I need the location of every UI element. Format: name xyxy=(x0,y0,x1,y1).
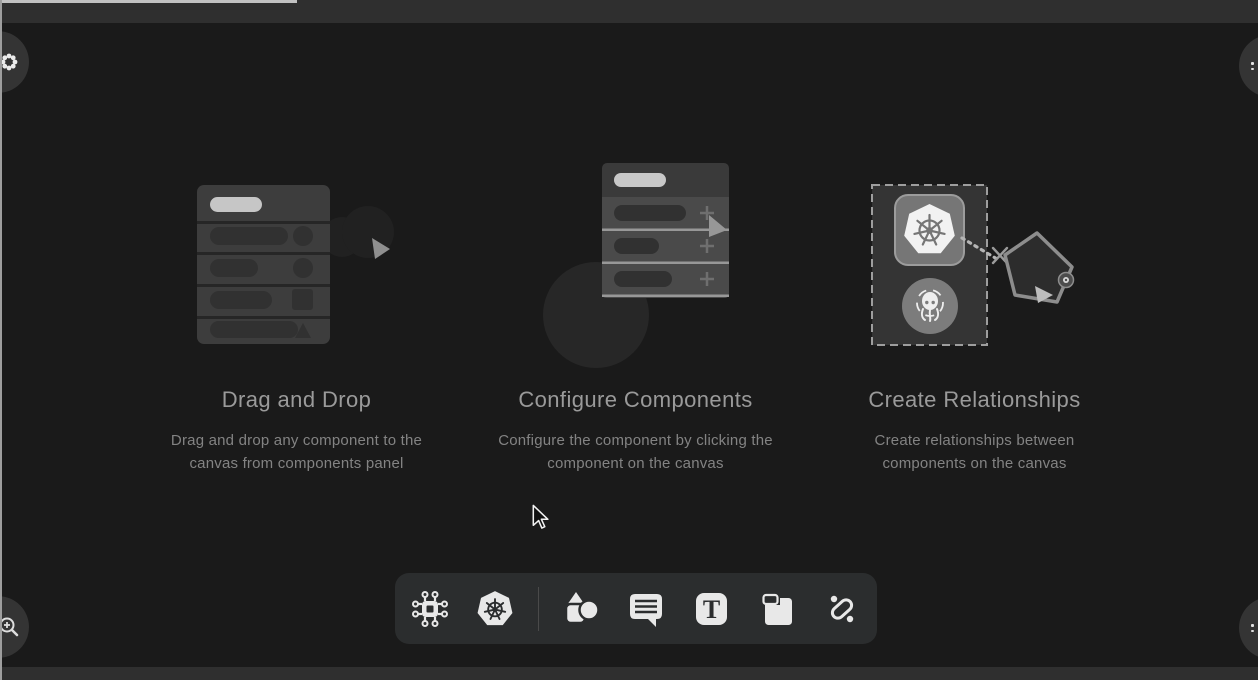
component-chip-icon[interactable] xyxy=(407,586,453,632)
edge-dial-icon xyxy=(1251,62,1254,70)
card-drag-and-drop: Drag and Drop Drag and drop any componen… xyxy=(127,148,466,475)
text-tool-icon[interactable]: T xyxy=(688,586,734,632)
configure-components-illustration xyxy=(466,148,805,378)
configure-components-illustration-graphic xyxy=(496,150,776,370)
comment-icon[interactable] xyxy=(623,586,669,632)
bottom-left-zoom-button[interactable] xyxy=(0,596,29,658)
top-left-dial-button[interactable] xyxy=(0,31,29,93)
mouse-cursor xyxy=(530,504,552,532)
shapes-icon[interactable] xyxy=(558,586,604,632)
top-right-dial-button[interactable] xyxy=(1239,35,1258,97)
create-relationships-illustration-graphic xyxy=(825,160,1125,350)
bottom-right-dial-button[interactable] xyxy=(1239,597,1258,659)
card-configure-components: Configure Components Configure the compo… xyxy=(466,148,805,475)
top-progress-line xyxy=(0,0,297,3)
card-create-relationships: Create Relationships Create relationship… xyxy=(805,148,1144,475)
card-title: Create Relationships xyxy=(868,384,1080,416)
tools-dock: T xyxy=(395,573,877,644)
edge-dial-icon xyxy=(1251,624,1254,632)
card-title: Drag and Drop xyxy=(222,384,372,416)
svg-text:T: T xyxy=(703,595,720,624)
flower-dial-icon xyxy=(0,52,19,72)
card-title: Configure Components xyxy=(518,384,752,416)
relationship-link-icon[interactable] xyxy=(819,586,865,632)
top-chrome-bar xyxy=(0,0,1258,23)
card-description: Drag and drop any component to the canva… xyxy=(157,430,437,475)
bottom-chrome-bar xyxy=(0,667,1258,680)
card-description: Configure the component by clicking the … xyxy=(483,430,789,475)
kubernetes-icon[interactable] xyxy=(472,586,518,632)
create-relationships-illustration xyxy=(805,148,1144,378)
dock-divider xyxy=(538,587,539,631)
drag-and-drop-illustration xyxy=(127,148,466,378)
onboarding-cards-row: Drag and Drop Drag and drop any componen… xyxy=(127,148,1144,475)
zoom-in-icon xyxy=(0,615,21,639)
drag-and-drop-illustration-graphic xyxy=(157,170,437,360)
card-description: Create relationships between components … xyxy=(855,430,1095,475)
notes-icon[interactable] xyxy=(754,586,800,632)
left-edge-line xyxy=(0,0,2,680)
